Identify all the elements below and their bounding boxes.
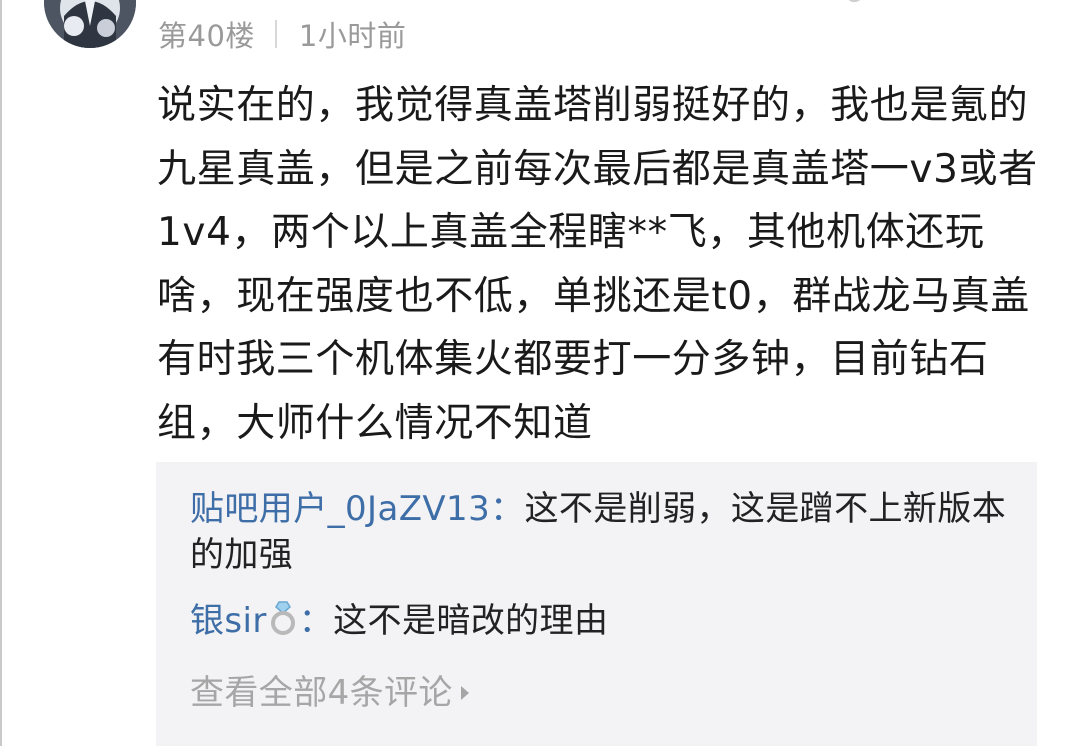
meta-divider: [274, 20, 277, 48]
more-icon[interactable]: [838, 0, 888, 12]
reply-username[interactable]: 贴吧用户_0JaZV13: [190, 489, 490, 529]
ring-icon: [270, 601, 295, 635]
floor-number: 第40楼: [158, 19, 255, 53]
reply-separator: ：: [298, 601, 334, 641]
reply-text: 这不是暗改的理由: [333, 601, 609, 641]
comment-page: 第40楼 1小时前 说实在的，我觉得真盖塔削弱挺好的，我也是氪的九星真盖，但是之…: [0, 0, 1080, 746]
post-content: 说实在的，我觉得真盖塔削弱挺好的，我也是氪的九星真盖，但是之前每次最后都是真盖塔…: [157, 83, 1038, 446]
view-all-label: 查看全部4条评论: [190, 673, 453, 713]
reply-separator: ：: [490, 489, 525, 529]
reply-list: 贴吧用户_0JaZV13：这不是削弱，这是蹭不上新版本的加强 银sir ：这不是…: [156, 462, 1037, 746]
reply-item[interactable]: 贴吧用户_0JaZV13：这不是削弱，这是蹭不上新版本的加强: [190, 486, 1010, 578]
reply-item[interactable]: 银sir ：这不是暗改的理由: [190, 598, 1010, 644]
avatar[interactable]: [44, 0, 136, 48]
chevron-right-icon: [460, 686, 469, 700]
post-time: 1小时前: [298, 19, 407, 53]
divider: [0, 0, 2, 746]
reply-username[interactable]: 银sir: [190, 601, 267, 641]
post-meta: 第40楼 1小时前: [158, 12, 406, 56]
view-all-comments-link[interactable]: 查看全部4条评论: [190, 670, 469, 716]
